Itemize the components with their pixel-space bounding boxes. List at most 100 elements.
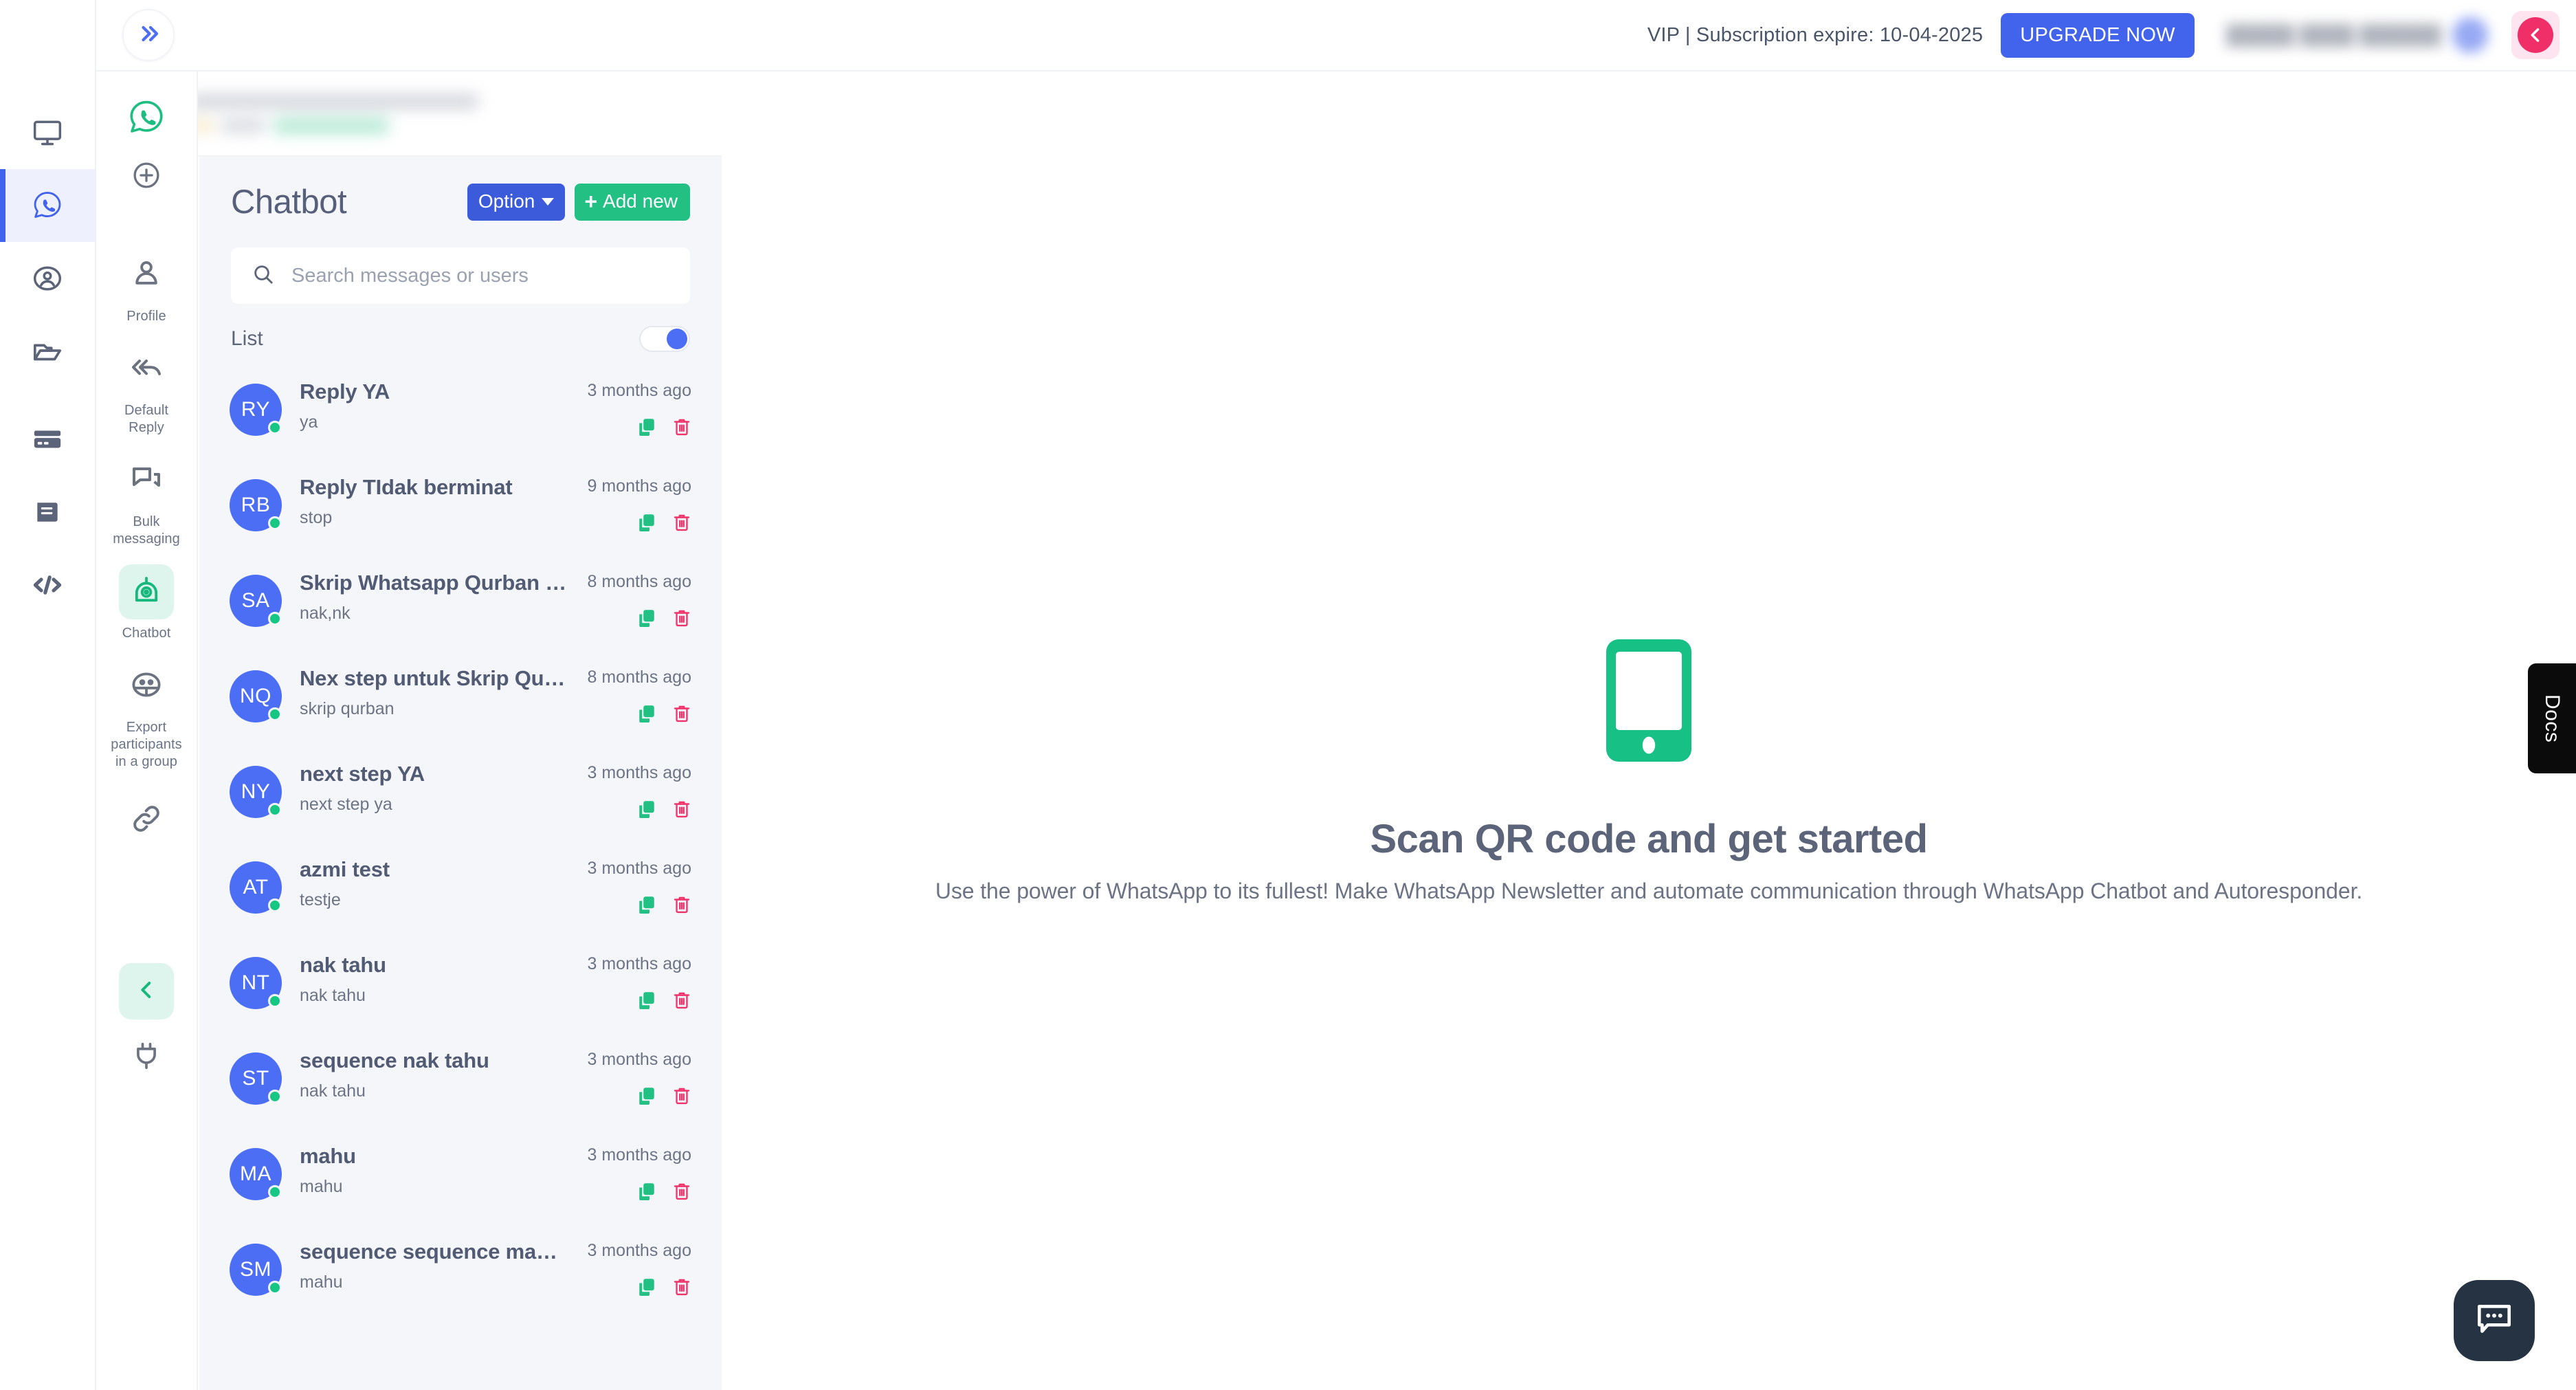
list-item[interactable]: SA Skrip Whatsapp Qurban … nak,nk 8 months … [199, 557, 722, 652]
copy-icon[interactable] [636, 511, 657, 537]
sidebar-item-default-reply[interactable]: Default Reply [96, 342, 197, 437]
status-badge [268, 1281, 282, 1294]
sidebar-item-label: Bulk messaging [113, 514, 180, 547]
rail-item-whatsapp[interactable] [0, 169, 96, 242]
list-item[interactable]: SM sequence sequence ma… mahu 3 months ago [199, 1226, 722, 1321]
user-name: █████ ████ ██████ [2225, 24, 2441, 45]
rail-item-monitor[interactable] [0, 96, 96, 169]
collapse-panel-button[interactable] [2511, 11, 2560, 59]
list-item-body: Reply YA ya [300, 375, 568, 432]
list-item[interactable]: MA mahu mahu 3 months ago [199, 1130, 722, 1226]
list-item-subtitle: nak,nk [300, 604, 351, 623]
avatar: RY [230, 384, 282, 436]
copy-icon[interactable] [636, 798, 657, 824]
trash-icon[interactable] [672, 703, 691, 728]
rail-item-billing[interactable] [0, 403, 96, 476]
docs-tab[interactable]: Docs [2528, 663, 2576, 773]
list-toggle[interactable] [639, 326, 690, 352]
list-item-subtitle: testje [300, 890, 341, 909]
copy-icon[interactable] [636, 989, 657, 1015]
rail-item-developer[interactable] [0, 549, 96, 621]
list-item-meta: 9 months ago [568, 471, 691, 537]
integrations-button[interactable] [96, 1019, 197, 1095]
empty-state-title: Scan QR code and get started [1370, 817, 1928, 861]
trash-icon[interactable] [672, 989, 691, 1015]
trash-icon[interactable] [672, 798, 691, 824]
sidebar-item-profile[interactable]: Profile [96, 247, 197, 325]
search-bar[interactable] [231, 247, 690, 304]
list-item-actions [636, 416, 691, 441]
list-label: List [231, 327, 263, 350]
list-item[interactable]: NQ Nex step untuk Skrip Qur… skrip qurban 8… [199, 652, 722, 748]
upgrade-now-button[interactable]: UPGRADE NOW [2001, 12, 2195, 58]
status-badge [268, 1185, 282, 1199]
trash-icon[interactable] [672, 894, 691, 919]
list-item[interactable]: ST sequence nak tahu nak tahu 3 months ago [199, 1035, 722, 1130]
list-item-title: Reply YA [300, 379, 390, 404]
rail-item-files[interactable] [0, 315, 96, 388]
option-dropdown-button[interactable]: Option [467, 184, 566, 221]
list-item-timestamp: 3 months ago [587, 1145, 692, 1165]
add-new-button[interactable]: + Add new [575, 184, 690, 221]
list-item[interactable]: RB Reply TIdak berminat stop 9 months ago [199, 461, 722, 557]
trash-icon[interactable] [672, 416, 691, 441]
collapse-sidebar-button[interactable] [119, 963, 174, 1019]
plug-icon [131, 1041, 162, 1074]
avatar: SA [230, 575, 282, 627]
page-title: Chatbot [231, 184, 347, 221]
status-badge [268, 994, 282, 1008]
copy-icon[interactable] [636, 894, 657, 919]
list-filter-row: List [231, 326, 690, 352]
book-icon [32, 497, 63, 527]
copy-icon[interactable] [636, 416, 657, 441]
sidebar-item-export-participants[interactable]: Export participants in a group [96, 659, 197, 771]
list-item-timestamp: 9 months ago [587, 476, 692, 496]
whatsapp-icon [31, 189, 64, 222]
list-item-subtitle: nak tahu [300, 1081, 366, 1101]
add-account-button[interactable] [96, 147, 197, 206]
list-item[interactable]: AT azmi test testje 3 months ago [199, 843, 722, 939]
sidebar-item-bulk-messaging[interactable]: Bulk messaging [96, 453, 197, 548]
trash-icon[interactable] [672, 511, 691, 537]
sidebar-item-chatbot[interactable]: Chatbot [96, 564, 197, 642]
avatar: MA [230, 1148, 282, 1200]
copy-icon[interactable] [636, 607, 657, 632]
list-item[interactable]: NT nak tahu nak tahu 3 months ago [199, 939, 722, 1035]
list-item-actions [636, 1276, 691, 1301]
copy-icon[interactable] [636, 1085, 657, 1110]
list-item-timestamp: 3 months ago [587, 859, 692, 878]
rail-item-docs[interactable] [0, 476, 96, 549]
list-item-body: sequence nak tahu nak tahu [300, 1044, 568, 1101]
list-item-body: Skrip Whatsapp Qurban … nak,nk [300, 566, 568, 624]
trash-icon[interactable] [672, 1276, 691, 1301]
sidebar-item-link[interactable] [96, 787, 197, 853]
search-icon [252, 263, 275, 289]
add-new-label: Add new [603, 190, 678, 212]
list-item-meta: 8 months ago [568, 566, 691, 632]
docs-tab-label: Docs [2541, 694, 2564, 743]
list-item[interactable]: NY next step YA next step ya 3 months ago [199, 748, 722, 843]
sidebar-item-label: Default Reply [124, 403, 169, 435]
support-chat-button[interactable] [2454, 1280, 2535, 1361]
trash-icon[interactable] [672, 1180, 691, 1206]
status-badge [268, 1090, 282, 1103]
copy-icon[interactable] [636, 703, 657, 728]
list-item-actions [636, 703, 691, 728]
list-item-subtitle: ya [300, 412, 318, 432]
user-account-menu[interactable]: █████ ████ ██████ [2226, 17, 2488, 53]
copy-icon[interactable] [636, 1180, 657, 1206]
avatar: ST [230, 1052, 282, 1105]
list-item[interactable]: RY Reply YA ya 3 months ago [199, 366, 722, 461]
whatsapp-module-sidebar: Profile Default Reply Bulk messaging Cha… [96, 71, 198, 1390]
trash-icon[interactable] [672, 1085, 691, 1110]
subscription-status: VIP | Subscription expire: 10-04-2025 [1647, 23, 1984, 46]
copy-icon[interactable] [636, 1276, 657, 1301]
status-badge [268, 516, 282, 530]
list-item-title: nak tahu [300, 953, 386, 977]
rail-item-contacts[interactable] [0, 242, 96, 315]
search-input[interactable] [291, 264, 669, 287]
trash-icon[interactable] [672, 607, 691, 632]
list-item-subtitle: next step ya [300, 795, 392, 814]
double-chevron-right-icon [136, 21, 161, 49]
expand-sidebar-button[interactable] [122, 9, 175, 61]
